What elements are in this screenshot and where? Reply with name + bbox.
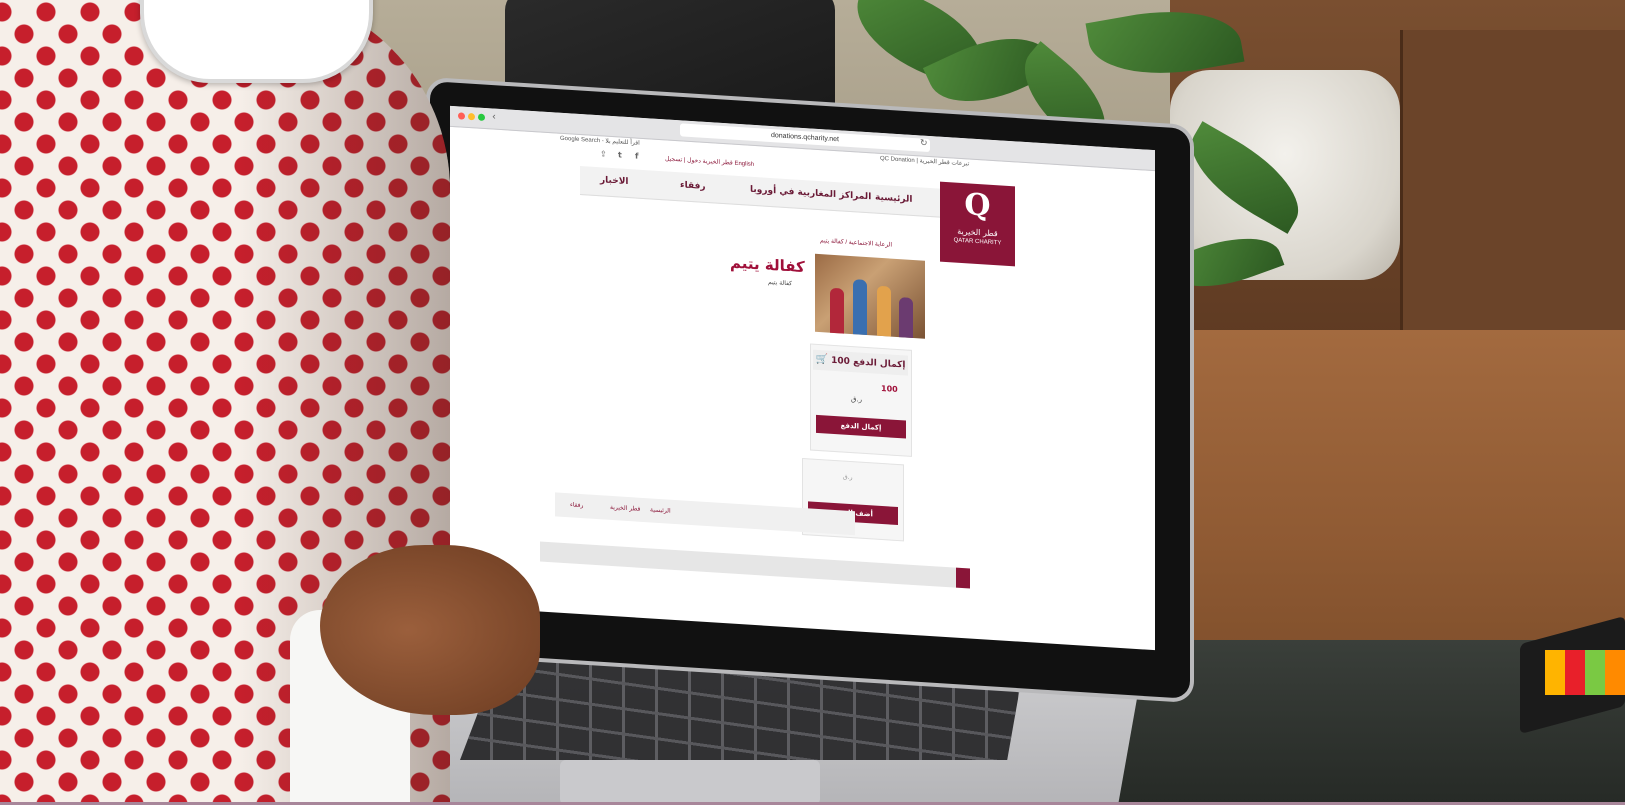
currency-label: ر.ق <box>851 395 863 404</box>
main-nav: الاخبار رفقاء المراكز المغاربية في أوروب… <box>580 166 940 218</box>
child-figure <box>853 279 867 336</box>
checkout-bar[interactable]: 🛒 إكمال الدفع 100 <box>813 349 908 376</box>
cabinet-door <box>1400 30 1625 330</box>
facebook-icon[interactable]: f <box>635 151 638 160</box>
footer-strip <box>540 541 970 589</box>
orphan-photo <box>815 253 925 339</box>
minimize-dot-icon[interactable] <box>468 112 475 121</box>
page-subtitle: كفالة يتيم <box>768 278 792 288</box>
corner-badge <box>140 0 373 83</box>
nav-home[interactable]: الرئيسية <box>875 193 912 205</box>
breadcrumb[interactable]: الرعاية الاجتماعية / كفالة يتيم <box>820 237 892 249</box>
qatar-charity-logo[interactable]: Q قطر الخيرية QATAR CHARITY <box>940 181 1015 267</box>
trackpad <box>560 760 820 805</box>
complete-payment-button[interactable]: إكمال الدفع <box>816 414 906 439</box>
reload-icon[interactable]: ↻ <box>920 138 928 148</box>
child-figure <box>899 297 913 338</box>
laptop-screen: ‹ donations.qcharity.net ↻ Google Search… <box>450 105 1155 651</box>
footer-link-org[interactable]: قطر الخيرية <box>610 504 640 513</box>
footer-link-rofaqa[interactable]: رفقاء <box>570 501 583 509</box>
sticky-notes <box>1545 650 1625 695</box>
footer-accent <box>956 567 970 589</box>
page-title: كفالة يتيم <box>730 253 805 277</box>
payment-panel: 🛒 إكمال الدفع 100 100 ر.ق إكمال الدفع <box>810 343 912 457</box>
twitter-icon[interactable]: t <box>618 150 622 159</box>
share-icon[interactable]: ⇪ <box>600 149 607 158</box>
nav-rofaqa[interactable]: رفقاء <box>680 180 706 192</box>
top-links[interactable]: قطر الخيرية دخول | تسجيل English <box>665 155 754 168</box>
donation-amount[interactable]: 100 <box>881 384 898 394</box>
cart-icon: 🛒 <box>815 353 828 366</box>
nav-news[interactable]: الاخبار <box>600 175 629 187</box>
child-figure <box>877 285 891 337</box>
child-figure <box>830 287 844 334</box>
close-dot-icon[interactable] <box>458 112 465 120</box>
currency-label-2: ر.ق <box>843 473 853 482</box>
nav-europe-centers[interactable]: المراكز المغاربية في أوروبا <box>750 185 871 203</box>
footer-link-home[interactable]: الرئيسية <box>650 506 671 514</box>
checkout-label: إكمال الدفع 100 <box>831 355 906 371</box>
photo-scene: ‹ donations.qcharity.net ↻ Google Search… <box>0 0 1625 805</box>
logo-mark: Q <box>964 187 991 224</box>
back-icon[interactable]: ‹ <box>492 111 496 122</box>
maximize-dot-icon[interactable] <box>478 113 485 122</box>
